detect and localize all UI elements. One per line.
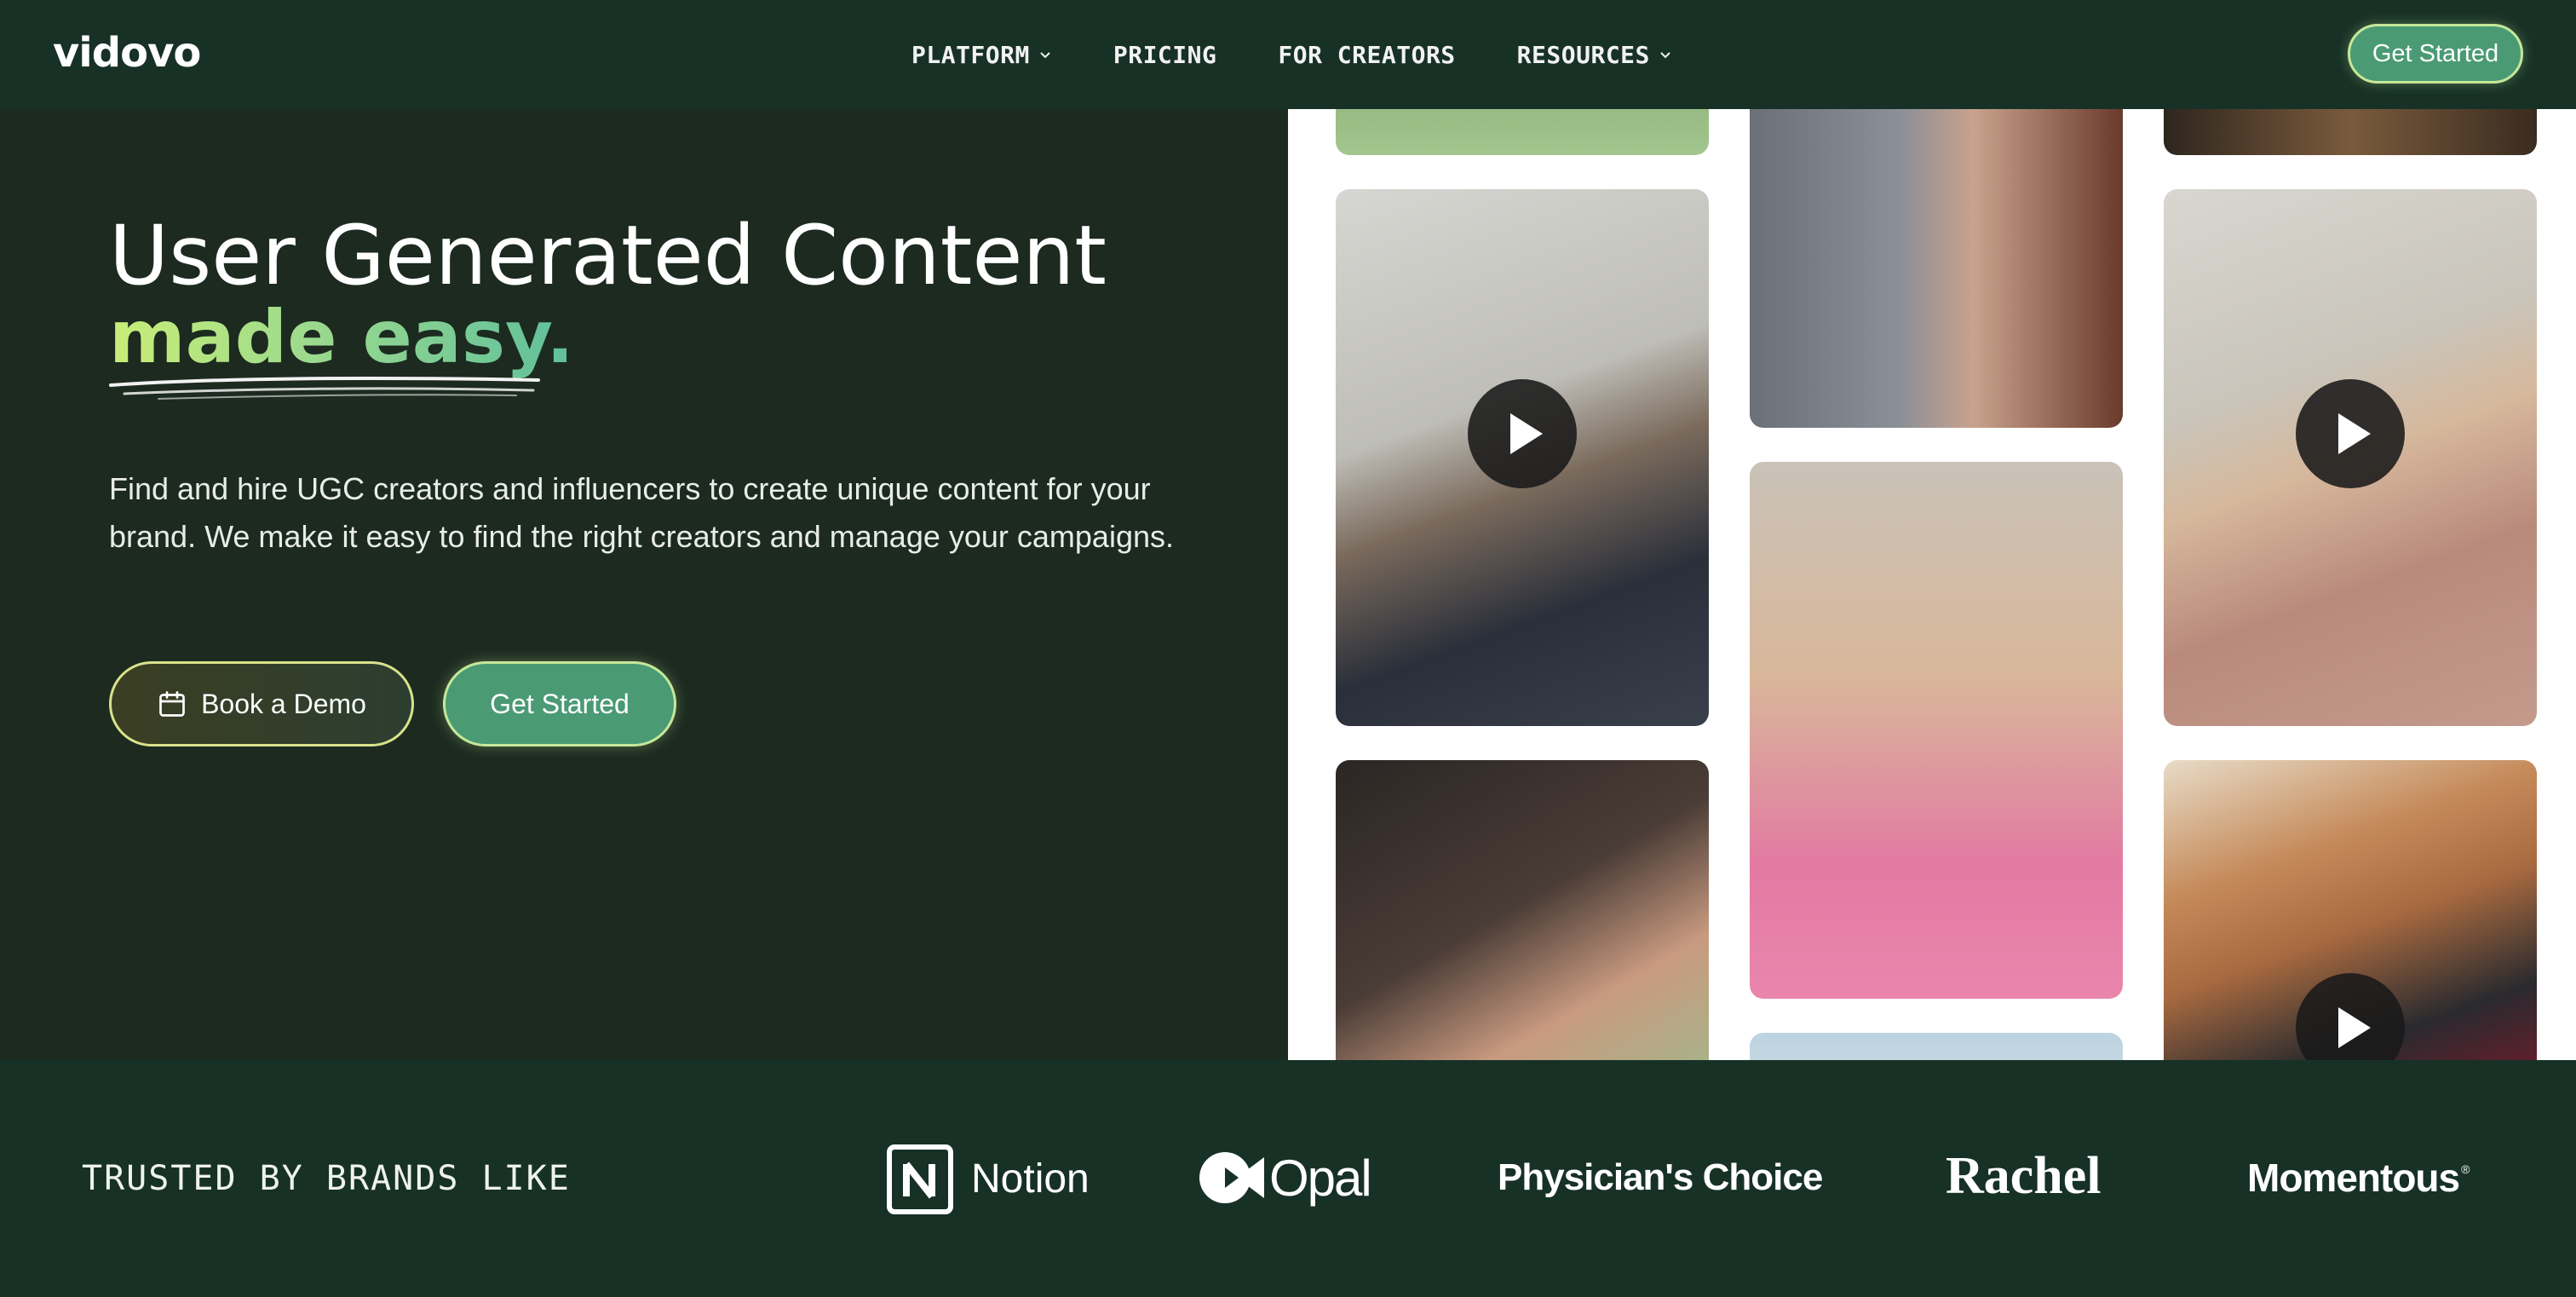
book-demo-button[interactable]: Book a Demo [109,661,414,746]
hero-title-accent: made easy. [109,295,574,380]
video-tile[interactable] [1336,189,1709,726]
notion-logo-icon [887,1144,953,1214]
opal-logo-icon [1199,1152,1264,1203]
nav-item-pricing[interactable]: PRICING [1113,41,1217,69]
hero-get-started-button[interactable]: Get Started [443,661,676,746]
video-tile[interactable] [1336,760,1709,1060]
nav-item-label: FOR CREATORS [1278,40,1456,69]
top-nav: vidovo PLATFORM PRICING FOR CREATORS RES… [0,0,2576,109]
nav-item-label: RESOURCES [1516,40,1650,69]
brand-name: Rachel [1946,1146,2102,1205]
brand-name: Opal [1269,1149,1372,1207]
play-icon [1510,413,1543,454]
nav-item-resources[interactable]: RESOURCES [1517,41,1672,69]
nav-item-label: PRICING [1113,40,1217,69]
video-tile[interactable] [1336,109,1709,155]
registered-mark: ® [2461,1162,2470,1176]
play-icon [2338,1007,2371,1048]
brand-physicians-choice: Physician's Choice [1498,1150,1823,1205]
brand-rachel: Rachel [1946,1144,2102,1208]
ugc-video-gallery [1288,109,2576,1060]
nav-item-label: PLATFORM [911,40,1030,69]
trusted-brands-bar: TRUSTED BY BRANDS LIKE Notion Opal Physi… [0,1060,2576,1297]
nav-get-started-button[interactable]: Get Started [2348,24,2523,84]
brand-momentous: Momentous ® [2247,1150,2470,1205]
video-tile[interactable] [2164,760,2537,1060]
brand-name: Notion [971,1156,1090,1202]
video-tile[interactable] [1750,109,2123,428]
hero-section: User Generated Content made easy. Find a… [0,109,1288,1060]
hero-description: Find and hire UGC creators and influence… [109,471,1174,554]
brand-name: Physician's Choice [1498,1156,1823,1198]
brand-opal: Opal [1199,1147,1372,1208]
play-icon [2338,413,2371,454]
brand-name: Momentous [2247,1156,2460,1200]
chevron-down-icon [1040,52,1050,59]
play-button[interactable] [1468,379,1577,488]
brush-underline [109,377,540,400]
book-demo-label: Book a Demo [201,688,366,719]
video-tile[interactable] [1750,462,2123,999]
chevron-down-icon [1660,52,1670,59]
nav-item-platform[interactable]: PLATFORM [911,41,1052,69]
page: vidovo PLATFORM PRICING FOR CREATORS RES… [0,0,2576,1297]
video-tile[interactable] [2164,109,2537,155]
trusted-by-label: TRUSTED BY BRANDS LIKE [82,1159,571,1198]
brand-notion: Notion [884,1140,1090,1217]
nav-item-for-creators[interactable]: FOR CREATORS [1278,41,1455,69]
video-tile[interactable] [1750,1033,2123,1060]
video-tile[interactable] [2164,189,2537,726]
play-button[interactable] [2296,379,2405,488]
nav-links: PLATFORM PRICING FOR CREATORS RESOURCES [911,0,1734,109]
calendar-icon [159,691,185,717]
play-button[interactable] [2296,973,2405,1060]
vidovo-logo[interactable]: vidovo [53,29,201,77]
hero-title: User Generated Content [109,208,1107,303]
